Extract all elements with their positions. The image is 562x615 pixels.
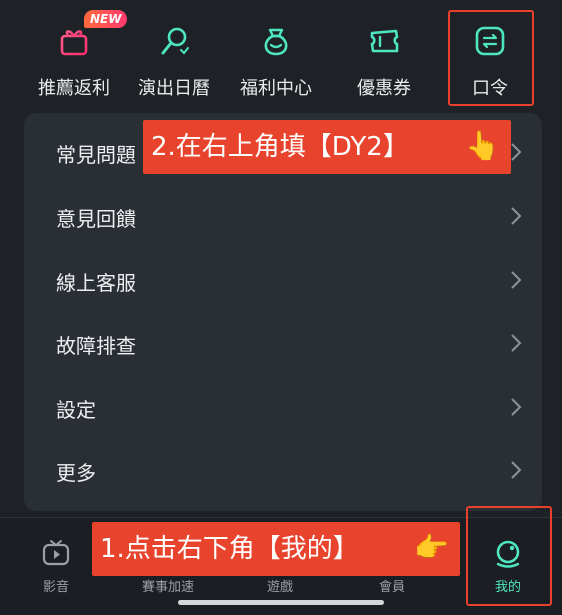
money-bag-icon [264,28,288,56]
chevron-right-icon [511,334,522,352]
callout-text: 1.点击右下角【我的】 [100,534,359,564]
top-nav-label: 福利中心 [240,78,312,99]
menu-item-troubleshoot[interactable]: 故障排查 [24,311,542,375]
menu-item-feedback[interactable]: 意見回饋 [24,184,542,248]
profile-highlight-box [466,506,552,606]
top-nav-label: 推薦返利 [38,78,110,99]
chevron-right-icon [511,461,522,479]
tv-icon [42,540,70,566]
tab-label: 影音 [42,580,69,595]
top-nav-item-coupon[interactable]: 優惠券 [334,0,434,112]
instruction-callout-step2: 2.在右上角填【DY2】 👆 [143,120,511,174]
tab-label: 遊戲 [266,580,293,595]
menu-item-more[interactable]: 更多 [24,438,542,502]
pointing-right-hand-icon: 👉 [414,531,449,564]
gift-icon [60,30,88,56]
chevron-right-icon [511,271,522,289]
callout-text: 2.在右上角填【DY2】 [151,132,409,162]
menu-item-label: 線上客服 [56,271,136,295]
home-indicator [178,600,384,605]
top-nav-item-referral[interactable]: NEW 推薦返利 [24,0,128,112]
tab-label: 會員 [378,580,405,595]
menu-item-online-service[interactable]: 線上客服 [24,248,542,312]
top-nav-label: 優惠券 [357,78,411,99]
pointing-up-hand-icon: 👆 [465,129,500,162]
menu-item-label: 故障排查 [56,334,136,358]
menu-item-label: 設定 [56,398,96,422]
menu-item-label: 常見問題 [56,143,136,167]
menu-item-label: 更多 [56,461,96,485]
menu-item-label: 意見回饋 [56,207,136,231]
microphone-icon [161,27,189,55]
chevron-right-icon [511,398,522,416]
instruction-callout-step1: 1.点击右下角【我的】 👉 [92,522,460,576]
chevron-right-icon [511,207,522,225]
coupon-icon [370,29,399,53]
passcode-highlight-box [448,10,534,106]
menu-item-settings[interactable]: 設定 [24,375,542,439]
new-badge: NEW [84,10,128,28]
tab-label: 賽事加速 [141,580,194,595]
chevron-right-icon [511,143,522,161]
top-nav-label: 演出日曆 [138,78,210,99]
top-nav-item-welfare[interactable]: 福利中心 [226,0,326,112]
top-nav-item-calendar[interactable]: 演出日曆 [124,0,224,112]
